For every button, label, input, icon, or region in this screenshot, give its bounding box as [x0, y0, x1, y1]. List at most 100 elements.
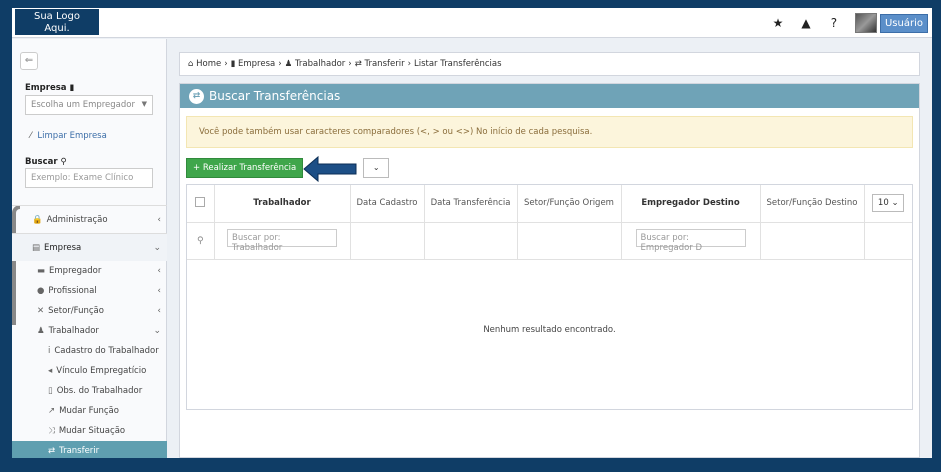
star-icon[interactable]: ★ [771, 16, 785, 30]
breadcrumb-icon: ▮ [230, 59, 239, 69]
sidebar-item-label: Obs. do Trabalhador [56, 386, 143, 396]
breadcrumb-label: Trabalhador [294, 59, 346, 69]
menu-icon: ♟ [37, 326, 45, 336]
chevron-icon: ‹ [157, 266, 161, 276]
transfer-icon: ⇄ [189, 88, 204, 104]
breadcrumb-icon: ⇄ [354, 59, 365, 69]
select-all-checkbox[interactable] [195, 196, 206, 207]
sidebar-item-label: Transferir [59, 446, 100, 456]
empresa-label: Empresa ▮ [25, 83, 75, 93]
chevron-icon: ‹ [157, 306, 161, 316]
breadcrumb-item[interactable]: ⌂ Home [188, 59, 221, 69]
transfers-table: Trabalhador Data Cadastro Data Transferê… [186, 184, 913, 410]
col-empregador-destino[interactable]: Empregador Destino [621, 185, 761, 223]
col-setor-origem[interactable]: Setor/Função Origem [517, 185, 622, 223]
filter-empregador-input[interactable]: Buscar por: Empregador D [635, 228, 746, 253]
sidebar-item-label: Empresa [44, 242, 82, 253]
logo[interactable]: Sua Logo Aqui. [15, 9, 99, 35]
menu-icon: ● [37, 286, 45, 296]
buscar-label: Buscar ⚲ [25, 157, 67, 167]
caret-down-icon: ▼ [141, 100, 147, 108]
breadcrumb-item[interactable]: ▮ Empresa [231, 59, 276, 69]
filter-empty-cell [424, 222, 518, 260]
sidebar-item-transferir[interactable]: ⇄ Transferir [12, 441, 167, 458]
app-frame: Sua Logo Aqui. ★ ▲ ? Usuário ⇐ Empresa ▮… [12, 8, 932, 458]
help-icon[interactable]: ? [827, 16, 841, 30]
filter-empty-cell [517, 222, 622, 260]
info-alert: Você pode também usar caracteres compara… [186, 116, 913, 148]
sidebar-item-profissional[interactable]: ● Profissional ‹ [12, 281, 167, 301]
menu-icon: 🔒 [32, 214, 43, 225]
breadcrumb-separator: › [348, 59, 352, 69]
sidebar-item-mudar-situa-o[interactable]: ⤨ Mudar Situação [12, 421, 167, 441]
menu-icon: ▬ [37, 266, 46, 276]
breadcrumb-item: Listar Transferências [414, 59, 502, 69]
menu-icon: ↗ [48, 406, 56, 416]
sidebar-item-mudar-fun-o[interactable]: ↗ Mudar Função [12, 401, 167, 421]
breadcrumb-item[interactable]: ⇄ Transferir [355, 59, 405, 69]
chevron-icon: ⌄ [153, 242, 161, 253]
collapse-sidebar-icon[interactable]: ⇐ [20, 52, 38, 70]
avatar [854, 13, 877, 33]
warning-icon[interactable]: ▲ [799, 16, 813, 30]
sidebar-item-label: Empregador [49, 266, 102, 276]
sidebar: ⇐ Empresa ▮ Escolha um Empregador ▼ ⁄ Lim… [12, 39, 167, 458]
filter-icon-cell: ⚲ [187, 222, 215, 260]
breadcrumb-label: Home [196, 59, 222, 69]
search-icon: ⚲ [196, 235, 204, 246]
sidebar-item-label: Vínculo Empregatício [56, 366, 147, 376]
empresa-select[interactable]: Escolha um Empregador ▼ [25, 95, 153, 115]
breadcrumb-separator: › [278, 59, 282, 69]
select-all-cell [187, 185, 215, 223]
limpar-empresa-link[interactable]: ⁄ Limpar Empresa [30, 131, 107, 141]
col-data-transferencia[interactable]: Data Transferência [424, 185, 518, 223]
filter-trabalhador-cell: Buscar por: Trabalhador [214, 222, 351, 260]
col-data-cadastro[interactable]: Data Cadastro [350, 185, 425, 223]
user-button[interactable]: Usuário [879, 13, 928, 33]
breadcrumb-item[interactable]: ♟ Trabalhador [285, 59, 346, 69]
sidebar-item-label: Administração [46, 214, 108, 225]
options-dropdown[interactable]: ⌄ [363, 158, 390, 178]
sidebar-item-obs-do-trabalhador[interactable]: ▯ Obs. do Trabalhador [12, 381, 167, 401]
menu-icon: i [48, 346, 51, 356]
sidebar-item-trabalhador[interactable]: ♟ Trabalhador ⌄ [12, 321, 167, 341]
action-row: + Realizar Transferência ⌄ [186, 155, 390, 183]
sidebar-item-label: Profissional [48, 286, 97, 296]
col-setor-destino[interactable]: Setor/Função Destino [760, 185, 865, 223]
top-icons: ★ ▲ ? Usuário [771, 13, 928, 33]
breadcrumb-icon: ⌂ [188, 59, 197, 69]
menu-icon: ⇄ [48, 446, 56, 456]
sidebar-item-setor-fun-o[interactable]: ✕ Setor/Função ‹ [12, 301, 167, 321]
sidebar-item-cadastro-do-trabalhador[interactable]: i Cadastro do Trabalhador [12, 341, 167, 361]
chevron-icon: ⌄ [153, 326, 161, 336]
sidebar-item-v-nculo-empregat-cio[interactable]: ◂ Vínculo Empregatício [12, 361, 167, 381]
sidebar-item-label: Mudar Situação [58, 426, 126, 436]
building-icon: ▮ [69, 83, 75, 93]
filter-trabalhador-input[interactable]: Buscar por: Trabalhador [227, 228, 337, 253]
chevron-icon: ‹ [157, 214, 161, 225]
table-header-row: Trabalhador Data Cadastro Data Transferê… [187, 185, 912, 223]
filter-row: ⚲ Buscar por: Trabalhador Buscar por: Em… [187, 222, 912, 260]
sidebar-item-empregador[interactable]: ▬ Empregador ‹ [12, 261, 167, 281]
empty-message: Nenhum resultado encontrado. [483, 325, 616, 335]
col-trabalhador[interactable]: Trabalhador [214, 185, 351, 223]
broom-icon: ⁄ [30, 131, 32, 141]
sidebar-item-administra-o[interactable]: 🔒 Administração ‹ [12, 205, 167, 233]
breadcrumb-icon: ♟ [284, 59, 295, 69]
main-content: ⌂ Home › ▮ Empresa › ♟ Trabalhador › ⇄ Transfe… [179, 52, 920, 458]
page-size-select[interactable]: 10 ⌄ [872, 194, 905, 213]
user-menu[interactable]: Usuário [854, 13, 928, 33]
buscar-input[interactable]: Exemplo: Exame Clínico [25, 168, 153, 188]
panel-title: Buscar Transferências [209, 89, 341, 103]
breadcrumb-label: Transferir [364, 59, 405, 69]
chevron-icon: ‹ [157, 286, 161, 296]
breadcrumb-separator: › [407, 59, 411, 69]
breadcrumb-label: Empresa [238, 59, 276, 69]
filter-empregador-cell: Buscar por: Empregador D [621, 222, 761, 260]
menu-icon: ▯ [48, 386, 53, 396]
sidebar-item-empresa[interactable]: ▤ Empresa ⌄ [12, 233, 167, 261]
add-transfer-button[interactable]: + Realizar Transferência [186, 158, 304, 178]
breadcrumb-separator: › [224, 59, 228, 69]
menu-icon: ⤨ [48, 426, 55, 436]
sidebar-item-label: Cadastro do Trabalhador [54, 346, 159, 356]
